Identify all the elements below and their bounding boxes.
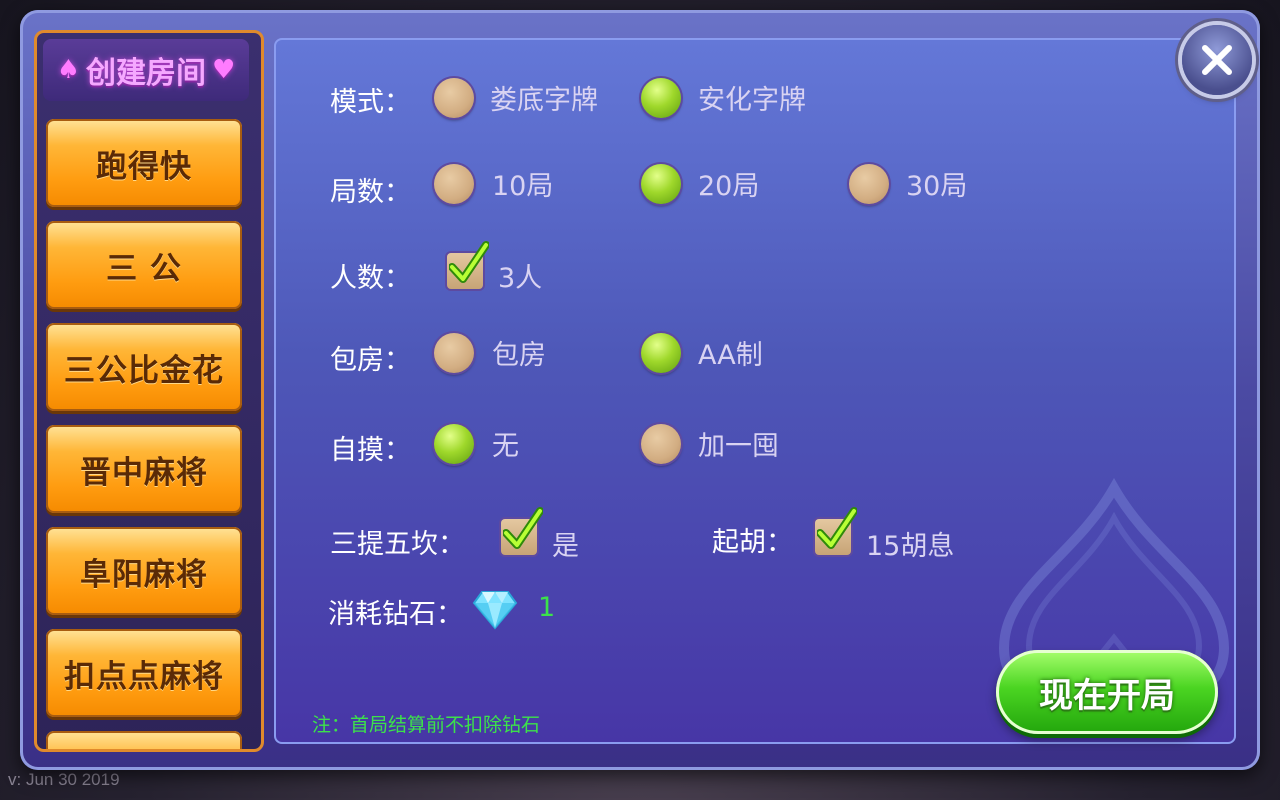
rounds-30-option[interactable]: 30局 xyxy=(906,164,967,203)
spade-icon: ♠ xyxy=(56,55,80,85)
check-icon xyxy=(449,241,489,283)
room-baofang-option[interactable]: 包房 xyxy=(492,333,546,372)
check-icon xyxy=(503,507,543,549)
game-item-partial[interactable] xyxy=(46,731,242,749)
self-draw-add-option[interactable]: 加一囤 xyxy=(698,424,779,463)
check-icon xyxy=(817,507,857,549)
rounds-10-radio[interactable] xyxy=(434,164,474,204)
version-label: v: Jun 30 2019 xyxy=(8,770,120,789)
mode-anhua-option[interactable]: 安化字牌 xyxy=(698,78,806,117)
santi-label: 三提五坎： xyxy=(330,529,465,560)
diamond-icon xyxy=(472,591,518,630)
cost-value: 1 xyxy=(538,592,556,623)
room-aa-option[interactable]: AA制 xyxy=(698,333,763,372)
players-checkbox[interactable] xyxy=(447,241,489,289)
qihu-checkbox[interactable] xyxy=(815,507,857,555)
diamond-note: 注：首局结算前不扣除钻石 xyxy=(312,714,541,736)
qihu-label: 起胡： xyxy=(712,527,793,558)
game-item-sangong-bijinhua[interactable]: 三公比金花 xyxy=(46,323,242,411)
rounds-30-radio[interactable] xyxy=(849,164,889,204)
game-item-koudiandian-mahjong[interactable]: 扣点点麻将 xyxy=(46,629,242,717)
start-game-button[interactable]: 现在开局 xyxy=(996,650,1218,734)
settings-panel: 模式： 娄底字牌 安化字牌 局数： 10局 20局 30局 人数： 3人 包房：… xyxy=(274,38,1236,744)
game-item-paodekuai[interactable]: 跑得快 xyxy=(46,119,242,207)
cost-label: 消耗钻石： xyxy=(328,599,463,630)
room-baofang-radio[interactable] xyxy=(434,333,474,373)
santi-option[interactable]: 是 xyxy=(552,524,579,563)
santi-checkbox[interactable] xyxy=(501,507,543,555)
close-button[interactable] xyxy=(1182,25,1252,95)
game-item-fuyang-mahjong[interactable]: 阜阳麻将 xyxy=(46,527,242,615)
game-item-jinzhong-mahjong[interactable]: 晋中麻将 xyxy=(46,425,242,513)
room-label: 包房： xyxy=(330,345,411,376)
self-draw-none-radio[interactable] xyxy=(434,424,474,464)
mode-label: 模式： xyxy=(330,87,411,118)
close-icon xyxy=(1202,45,1232,75)
players-label: 人数： xyxy=(330,263,411,294)
rounds-10-option[interactable]: 10局 xyxy=(492,164,553,203)
rounds-label: 局数： xyxy=(330,177,411,208)
game-list-panel: ♠ 创建房间 ♥ 跑得快 三 公 三公比金花 晋中麻将 阜阳麻将 扣点点麻将 xyxy=(34,30,264,752)
create-room-title: ♠ 创建房间 ♥ xyxy=(43,39,249,101)
self-draw-add-radio[interactable] xyxy=(641,424,681,464)
room-aa-radio[interactable] xyxy=(641,333,681,373)
rounds-20-option[interactable]: 20局 xyxy=(698,164,759,203)
rounds-20-radio[interactable] xyxy=(641,164,681,204)
create-room-label: 创建房间 xyxy=(86,56,206,91)
self-draw-none-option[interactable]: 无 xyxy=(492,424,519,463)
mode-loudi-radio[interactable] xyxy=(434,78,474,118)
game-item-sangong[interactable]: 三 公 xyxy=(46,221,242,309)
mode-loudi-option[interactable]: 娄底字牌 xyxy=(490,78,598,117)
players-option[interactable]: 3人 xyxy=(498,256,542,295)
self-draw-label: 自摸： xyxy=(330,435,411,466)
mode-anhua-radio[interactable] xyxy=(641,78,681,118)
qihu-option[interactable]: 15胡息 xyxy=(866,524,954,563)
heart-icon: ♥ xyxy=(212,55,236,85)
